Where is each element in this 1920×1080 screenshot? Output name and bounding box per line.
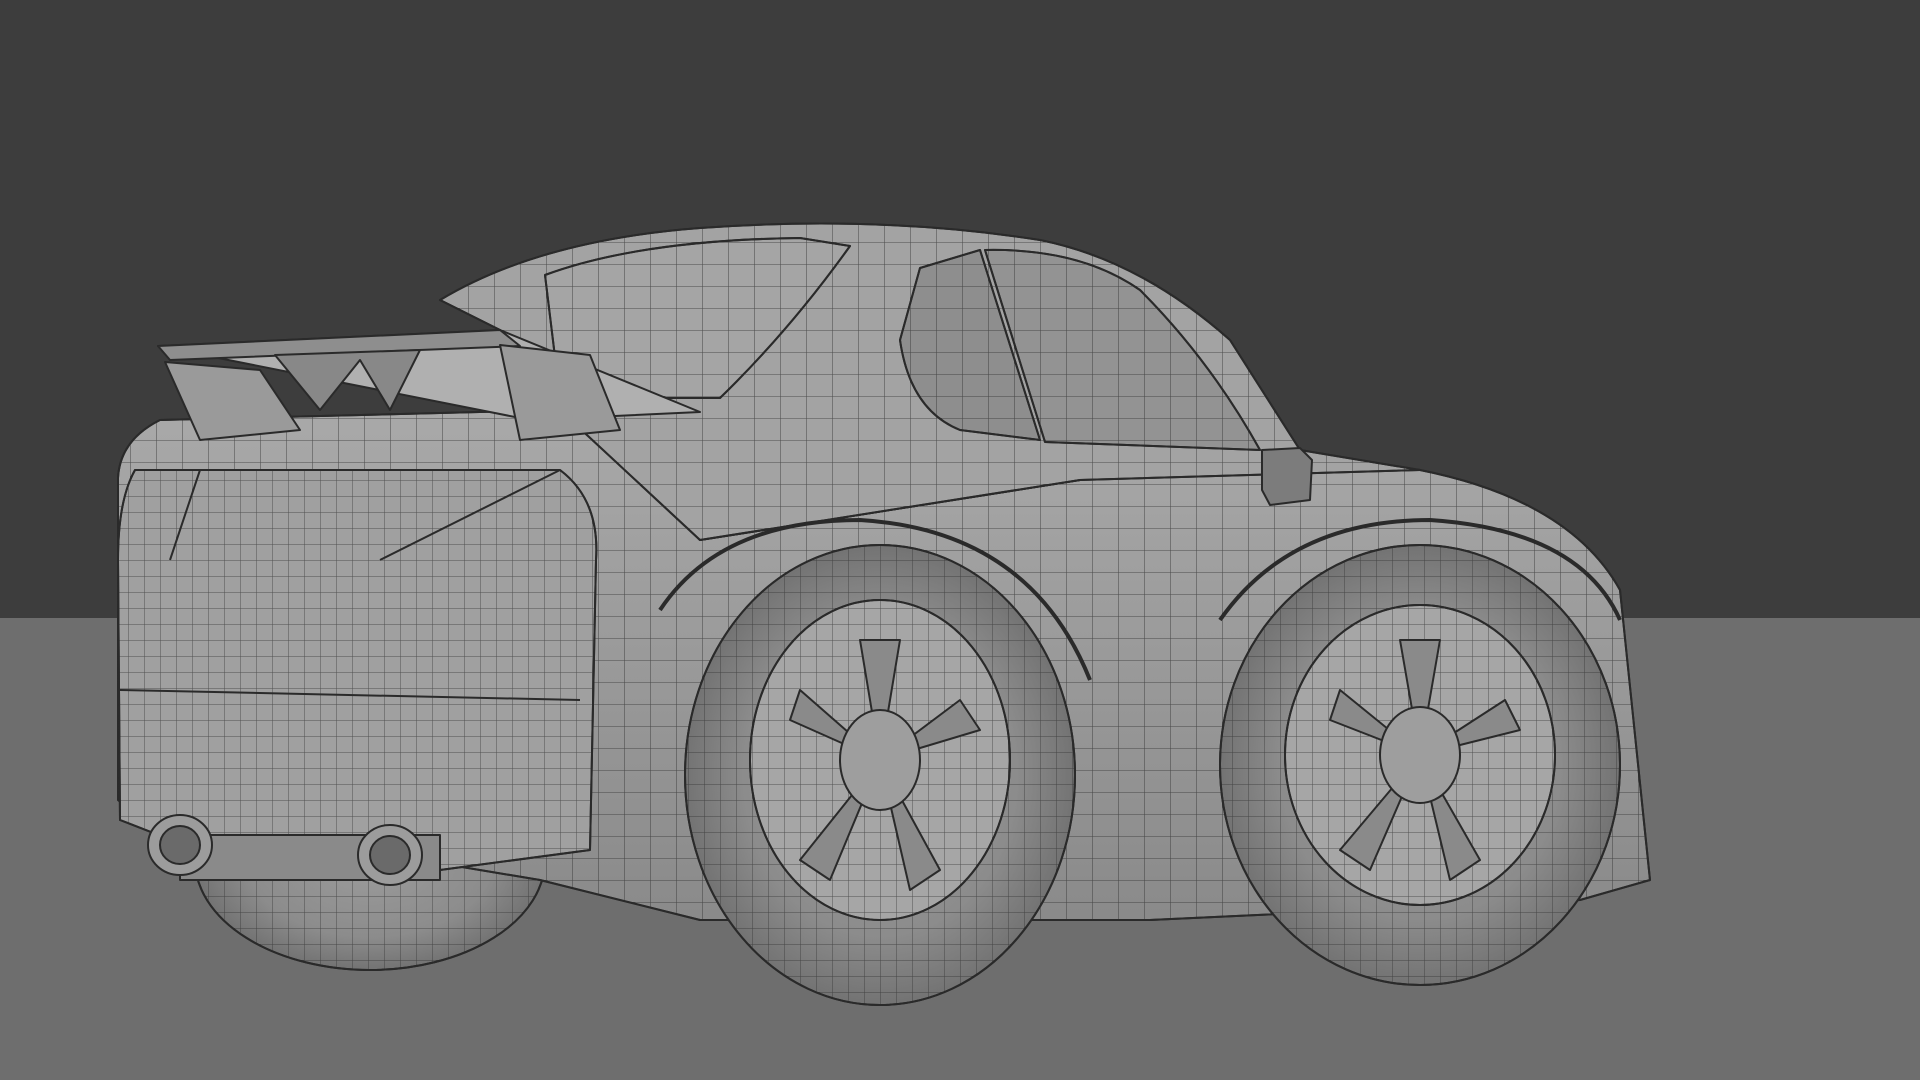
3d-viewport[interactable] (0, 0, 1920, 1080)
rear-right-wheel (684, 544, 1076, 1006)
front-right-wheel (1219, 544, 1621, 986)
rear-panel (117, 469, 598, 871)
render-canvas (0, 0, 1920, 1080)
side-mirror (1261, 447, 1313, 506)
